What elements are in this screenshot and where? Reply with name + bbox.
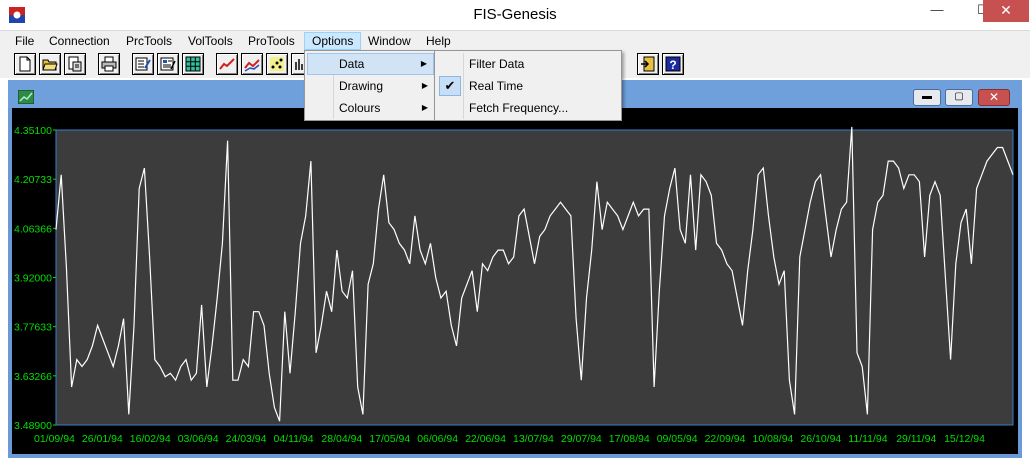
options-dropdown: Data ▶ Drawing ▶ Colours ▶ bbox=[304, 50, 435, 121]
grid-icon bbox=[185, 56, 201, 72]
submenu-arrow-icon: ▶ bbox=[420, 59, 427, 68]
form-edit-icon bbox=[160, 57, 176, 71]
plot-background bbox=[55, 129, 1014, 426]
line-chart-button[interactable] bbox=[216, 53, 238, 75]
submenu-arrow-icon: ▶ bbox=[421, 81, 428, 90]
x-tick-label: 22/06/94 bbox=[465, 433, 506, 445]
x-tick-label: 15/12/94 bbox=[944, 433, 985, 445]
edit-list-button[interactable] bbox=[132, 53, 154, 75]
menu-help[interactable]: Help bbox=[419, 32, 458, 50]
folder-open-icon bbox=[42, 59, 58, 71]
menu-prctools[interactable]: PrcTools bbox=[119, 32, 179, 50]
price-line-chart[interactable]: 4.35100 4.20733 4.06366 3.92000 3.77633 3.632… bbox=[12, 108, 1018, 454]
options-colours[interactable]: Colours ▶ bbox=[307, 97, 434, 119]
x-tick-label: 01/09/94 bbox=[34, 433, 75, 445]
checklist-edit-icon bbox=[135, 57, 151, 71]
print-button[interactable] bbox=[98, 53, 120, 75]
y-tick-label: 3.77633 bbox=[14, 322, 52, 334]
x-tick-label: 28/04/94 bbox=[321, 433, 362, 445]
x-tick-label: 10/08/94 bbox=[753, 433, 794, 445]
y-tick-label: 4.35100 bbox=[14, 125, 52, 137]
y-tick-label: 4.20733 bbox=[14, 174, 52, 186]
y-tick-label: 4.06366 bbox=[14, 223, 52, 235]
x-tick-label: 17/08/94 bbox=[609, 433, 650, 445]
menu-connection[interactable]: Connection bbox=[42, 32, 117, 50]
chart-window: ▬ ▢ ✕ 4.35100 4.20733 4.06366 3.92000 3.7763… bbox=[8, 80, 1022, 458]
grid-button[interactable] bbox=[182, 53, 204, 75]
x-tick-label: 13/07/94 bbox=[513, 433, 554, 445]
new-file-button[interactable] bbox=[14, 53, 36, 75]
options-data-label: Data bbox=[339, 57, 365, 71]
properties-button[interactable] bbox=[64, 53, 86, 75]
new-file-icon bbox=[19, 56, 31, 72]
chart-area: 4.35100 4.20733 4.06366 3.92000 3.77633 3.632… bbox=[12, 108, 1018, 454]
x-tick-label: 03/06/94 bbox=[178, 433, 219, 445]
menu-file[interactable]: File bbox=[8, 32, 41, 50]
x-tick-label: 16/02/94 bbox=[130, 433, 171, 445]
svg-text:?: ? bbox=[669, 58, 676, 72]
data-filter-data[interactable]: Filter Data bbox=[437, 53, 621, 75]
data-submenu: Filter Data ✔ Real Time Fetch Frequency.… bbox=[434, 50, 622, 121]
printer-icon bbox=[101, 56, 117, 72]
checkmark-icon: ✔ bbox=[439, 76, 461, 96]
chart-maximize-button[interactable]: ▢ bbox=[945, 89, 973, 106]
scatter-chart-button[interactable] bbox=[266, 53, 288, 75]
fetch-frequency-label: Fetch Frequency... bbox=[469, 101, 569, 115]
chart-close-button[interactable]: ✕ bbox=[978, 89, 1010, 106]
minimize-button[interactable]: — bbox=[914, 0, 960, 22]
y-tick-label: 3.48900 bbox=[14, 420, 52, 432]
data-real-time[interactable]: ✔ Real Time bbox=[437, 75, 621, 97]
options-drawing[interactable]: Drawing ▶ bbox=[307, 75, 434, 97]
multi-line-chart-icon bbox=[244, 59, 260, 72]
filter-data-label: Filter Data bbox=[469, 57, 525, 71]
exit-button[interactable] bbox=[637, 53, 659, 75]
data-fetch-frequency[interactable]: Fetch Frequency... bbox=[437, 97, 621, 119]
open-file-button[interactable] bbox=[39, 53, 61, 75]
close-button[interactable]: ✕ bbox=[983, 0, 1029, 22]
x-tick-label: 09/05/94 bbox=[657, 433, 698, 445]
scatter-chart-icon bbox=[270, 57, 284, 71]
real-time-label: Real Time bbox=[469, 79, 524, 93]
chart-window-icon bbox=[18, 90, 34, 104]
x-tick-label: 17/05/94 bbox=[369, 433, 410, 445]
x-tick-label: 29/11/94 bbox=[896, 433, 936, 445]
multi-line-chart-button[interactable] bbox=[241, 53, 263, 75]
x-tick-label: 29/07/94 bbox=[561, 433, 602, 445]
menu-protools[interactable]: ProTools bbox=[241, 32, 302, 50]
submenu-arrow-icon: ▶ bbox=[421, 103, 428, 112]
menu-window[interactable]: Window bbox=[361, 32, 418, 50]
x-tick-label: 04/11/94 bbox=[274, 433, 314, 445]
document-properties-icon bbox=[68, 56, 82, 72]
help-icon: ? bbox=[665, 56, 681, 72]
options-data[interactable]: Data ▶ bbox=[307, 53, 434, 75]
menu-options[interactable]: Options bbox=[304, 32, 362, 50]
menu-bar: File Connection PrcTools VolTools ProToo… bbox=[0, 30, 1030, 50]
x-tick-label: 26/01/94 bbox=[82, 433, 123, 445]
x-tick-label: 06/06/94 bbox=[417, 433, 458, 445]
window-titlebar: FIS-Genesis — ☐ ✕ bbox=[0, 0, 1030, 30]
y-tick-label: 3.63266 bbox=[14, 371, 52, 383]
x-tick-label: 24/03/94 bbox=[226, 433, 267, 445]
options-drawing-label: Drawing bbox=[339, 79, 384, 93]
x-tick-label: 26/10/94 bbox=[800, 433, 841, 445]
line-chart-icon bbox=[219, 58, 235, 70]
chart-minimize-button[interactable]: ▬ bbox=[913, 89, 941, 106]
help-button[interactable]: ? bbox=[662, 53, 684, 75]
edit-table-button[interactable] bbox=[157, 53, 179, 75]
window-title: FIS-Genesis bbox=[473, 6, 557, 23]
x-tick-label: 11/11/94 bbox=[848, 433, 887, 445]
y-tick-label: 3.92000 bbox=[14, 273, 52, 285]
x-tick-label: 22/09/94 bbox=[705, 433, 746, 445]
options-colours-label: Colours bbox=[339, 101, 381, 115]
menu-voltools[interactable]: VolTools bbox=[181, 32, 240, 50]
exit-door-icon bbox=[641, 56, 655, 72]
